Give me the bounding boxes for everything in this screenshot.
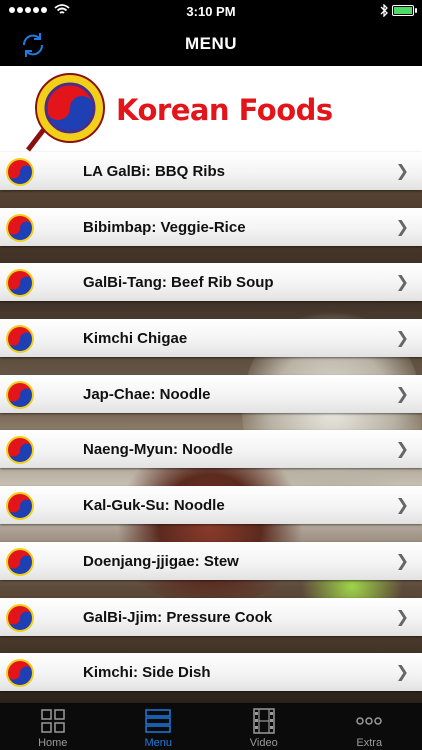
banner: Korean Foods [0,66,422,152]
tab-bar: Home Menu Video Extra [0,702,422,750]
chevron-right-icon: ❯ [395,218,409,236]
taegeuk-icon [6,213,34,242]
chevron-right-icon: ❯ [395,664,409,682]
menu-item[interactable]: Doenjang-jjigae: Stew ❯ [0,541,422,580]
list-icon [145,709,171,733]
menu-item[interactable]: Jap-Chae: Noodle ❯ [0,374,422,413]
menu-item-label: Naeng-Myun: Noodle [83,441,233,459]
chevron-right-icon: ❯ [395,163,409,180]
nav-bar: MENU [0,22,422,66]
menu-item[interactable]: GalBi-Tang: Beef Rib Soup ❯ [0,263,422,302]
tab-video-label: Video [249,737,278,749]
menu-item-label: GalBi-Tang: Beef Rib Soup [83,274,274,292]
menu-list: LA GalBi: BBQ Ribs ❯ Bibimbap: Veggie-Rice… [0,152,422,702]
status-time: 3:10 PM [186,4,236,19]
menu-item[interactable]: Kal-Guk-Su: Noodle ❯ [0,486,422,525]
taegeuk-icon [6,603,34,632]
chevron-right-icon: ❯ [395,552,409,570]
menu-item-label: Doenjang-jjigae: Stew [83,552,239,570]
tab-home-label: Home [38,737,68,749]
menu-item-label: LA GalBi: BBQ Ribs [83,163,225,180]
more-icon [356,717,382,725]
bluetooth-icon [380,4,388,17]
menu-item-label: Kimchi Chigae [83,330,188,348]
menu-item-label: Kal-Guk-Su: Noodle [83,497,225,515]
taegeuk-icon [6,158,34,186]
tab-home[interactable]: Home [0,703,106,750]
chevron-right-icon: ❯ [395,330,409,348]
tab-menu[interactable]: Menu [106,703,212,750]
battery-icon [392,5,417,16]
tab-menu-label: Menu [144,737,173,749]
tab-extra[interactable]: Extra [317,703,422,750]
status-bar: 3:10 PM [0,0,422,22]
taegeuk-icon [6,269,34,298]
menu-item[interactable]: GalBi-Jjim: Pressure Cook ❯ [0,597,422,636]
menu-item-label: Bibimbap: Veggie-Rice [83,218,246,236]
menu-item[interactable]: Kimchi Chigae ❯ [0,319,422,358]
menu-item[interactable]: Naeng-Myun: Noodle ❯ [0,430,422,469]
taegeuk-icon [6,659,34,688]
page-title: MENU [184,34,238,53]
taegeuk-fan-logo [26,73,105,152]
status-right [380,4,417,17]
tab-video[interactable]: Video [211,703,317,750]
tab-extra-label: Extra [356,737,383,749]
chevron-right-icon: ❯ [395,274,409,292]
content-area[interactable]: Korean Foods LA GalBi: BBQ Ribs ❯ Bibimbap… [0,66,422,702]
taegeuk-icon [6,380,34,409]
menu-item[interactable]: LA GalBi: BBQ Ribs ❯ [0,152,422,190]
chevron-right-icon: ❯ [395,385,409,403]
banner-title: Korean Foods [116,93,333,127]
menu-item[interactable]: Kimchi: Side Dish ❯ [0,653,422,692]
taegeuk-icon [6,436,34,465]
grid-icon [41,709,65,733]
taegeuk-icon [6,325,34,354]
taegeuk-icon [6,492,34,521]
menu-item-label: Jap-Chae: Noodle [83,385,211,403]
menu-item-label: GalBi-Jjim: Pressure Cook [83,608,273,626]
menu-item[interactable]: Bibimbap: Veggie-Rice ❯ [0,207,422,246]
chevron-right-icon: ❯ [395,441,409,459]
chevron-right-icon: ❯ [395,608,409,626]
taegeuk-icon [6,547,34,576]
film-icon [253,708,275,734]
chevron-right-icon: ❯ [395,497,409,515]
menu-item-label: Kimchi: Side Dish [83,664,211,682]
